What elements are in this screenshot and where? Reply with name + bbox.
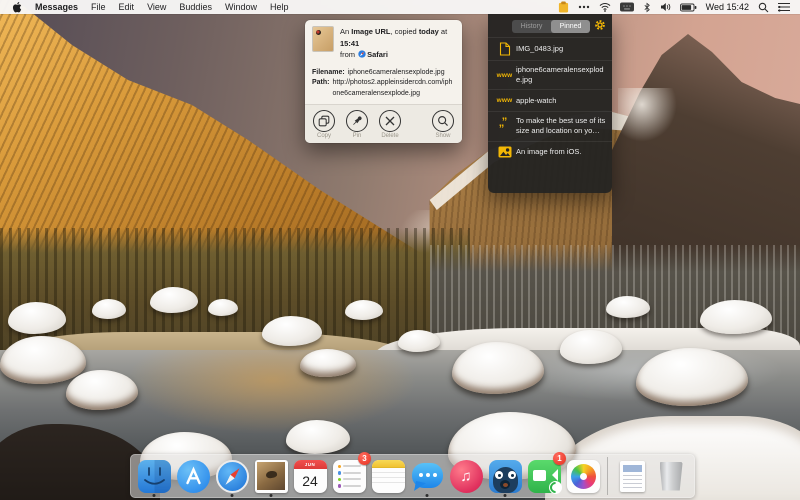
summary-text: , copied <box>390 27 419 36</box>
tab-pinned[interactable]: Pinned <box>551 19 590 33</box>
button-label: Delete <box>381 133 399 140</box>
summary-text: at <box>438 27 448 36</box>
calendar-day: 24 <box>302 472 318 489</box>
ellipsis-icon[interactable] <box>578 2 590 12</box>
menu-edit[interactable]: Edit <box>119 2 135 12</box>
menu-window[interactable]: Window <box>225 2 257 12</box>
popover-actions: Copy Pin Delete Show <box>305 104 462 144</box>
menu-bar: Messages File Edit View Buddies Window H… <box>0 0 800 14</box>
list-item[interactable]: www apple-watch <box>488 89 612 111</box>
tab-history[interactable]: History <box>512 20 551 33</box>
dock-reminders[interactable]: 3 <box>331 452 371 497</box>
delete-icon <box>379 110 401 133</box>
clip-text: IMG_0483.jpg <box>516 43 564 53</box>
clip-detail-popover: An Image URL, copied today at 15:41 from… <box>305 20 462 144</box>
dock-itunes[interactable]: ♫ <box>448 455 484 497</box>
facetime-badge: 1 <box>553 452 566 465</box>
running-indicator <box>152 494 156 497</box>
dock: JUN 24 3 ♫ 1 <box>130 452 695 498</box>
clipboard-app-icon[interactable] <box>558 1 569 13</box>
menu-buddies[interactable]: Buddies <box>179 2 212 12</box>
dock-document[interactable] <box>614 455 650 497</box>
list-item[interactable]: www iphone6cameralensexplode.jpg <box>488 60 612 89</box>
history-pinned-segmented-control: History Pinned <box>512 19 590 33</box>
button-label: Show <box>435 133 451 140</box>
clipboard-history-panel: History Pinned IMG_0483.jpg www iphone6c… <box>488 14 612 193</box>
pin-icon <box>346 110 368 133</box>
pin-button[interactable]: Pin <box>346 110 368 139</box>
dock-calendar[interactable]: JUN 24 <box>292 455 328 497</box>
dock-photo-viewer[interactable] <box>253 455 289 497</box>
reminders-badge: 3 <box>358 452 371 465</box>
clip-text: To make the best use of its size and loc… <box>516 116 606 136</box>
path-label: Path: <box>312 79 330 87</box>
calendar-month: JUN <box>293 459 327 469</box>
www-icon: www <box>496 97 513 105</box>
list-item[interactable]: An image from iOS. <box>488 140 612 163</box>
filename-row: Filename: iphone6cameralensexplode.jpg <box>312 68 455 79</box>
summary-source: Safari <box>367 50 388 60</box>
dock-facetime[interactable]: 1 <box>526 452 566 497</box>
dock-tweetbot[interactable] <box>487 455 523 497</box>
panel-header: History Pinned <box>488 14 612 37</box>
copy-button[interactable]: Copy <box>313 110 335 139</box>
document-icon <box>493 42 516 56</box>
clip-thumbnail <box>312 26 334 52</box>
menu-view[interactable]: View <box>147 2 166 12</box>
spotlight-icon[interactable] <box>758 2 769 13</box>
menu-file[interactable]: File <box>91 2 106 12</box>
gear-icon[interactable] <box>594 19 606 33</box>
running-indicator <box>269 494 273 497</box>
path-row: Path: http://photos2.appleinsidercdn.com… <box>312 78 455 99</box>
notification-center-icon[interactable] <box>778 2 790 12</box>
dock-finder[interactable] <box>136 455 172 497</box>
battery-icon[interactable] <box>679 3 697 12</box>
summary-text: from <box>340 50 358 60</box>
summary-when: today <box>418 27 439 36</box>
summary-text: An <box>340 27 352 36</box>
running-indicator <box>503 494 507 497</box>
copy-icon <box>313 110 335 133</box>
list-item[interactable]: To make the best use of its size and loc… <box>488 111 612 140</box>
button-label: Copy <box>316 133 331 140</box>
image-icon <box>493 146 516 158</box>
path-value: http://photos2.appleinsidercdn.com/iphon… <box>332 79 453 97</box>
dock-safari[interactable] <box>214 455 250 497</box>
menu-help[interactable]: Help <box>270 2 289 12</box>
show-icon <box>432 110 454 133</box>
keyboard-icon[interactable] <box>619 2 634 12</box>
www-icon: www <box>496 71 513 79</box>
summary-type: Image URL <box>351 27 391 36</box>
dock-app-store[interactable] <box>175 455 211 497</box>
list-item[interactable]: IMG_0483.jpg <box>488 37 612 60</box>
dock-trash[interactable] <box>653 455 689 497</box>
bluetooth-icon[interactable] <box>643 2 651 13</box>
volume-icon[interactable] <box>660 2 671 12</box>
quote-icon <box>493 119 516 133</box>
clip-text: An image from iOS. <box>516 146 582 156</box>
show-button[interactable]: Show <box>432 110 454 139</box>
clip-summary: An Image URL, copied today at 15:41 from… <box>340 26 455 62</box>
dock-photos[interactable] <box>565 455 601 497</box>
clip-text: iphone6cameralensexplode.jpg <box>516 65 604 85</box>
clip-text: apple-watch <box>516 95 557 105</box>
button-label: Pin <box>352 133 362 140</box>
running-indicator <box>425 494 429 497</box>
dock-notes[interactable] <box>370 455 406 497</box>
filename-label: Filename: <box>312 68 345 76</box>
filename-value: iphone6cameralensexplode.jpg <box>347 68 445 76</box>
apple-menu-icon[interactable] <box>12 1 22 13</box>
safari-icon <box>358 50 366 62</box>
delete-button[interactable]: Delete <box>379 110 401 139</box>
menu-app-name[interactable]: Messages <box>35 2 78 12</box>
running-indicator <box>230 494 234 497</box>
menu-clock[interactable]: Wed 15:42 <box>706 2 749 12</box>
dock-divider <box>607 457 608 495</box>
wifi-icon[interactable] <box>599 2 611 12</box>
dock-messages[interactable] <box>409 455 445 497</box>
summary-time: 15:41 <box>340 38 360 48</box>
